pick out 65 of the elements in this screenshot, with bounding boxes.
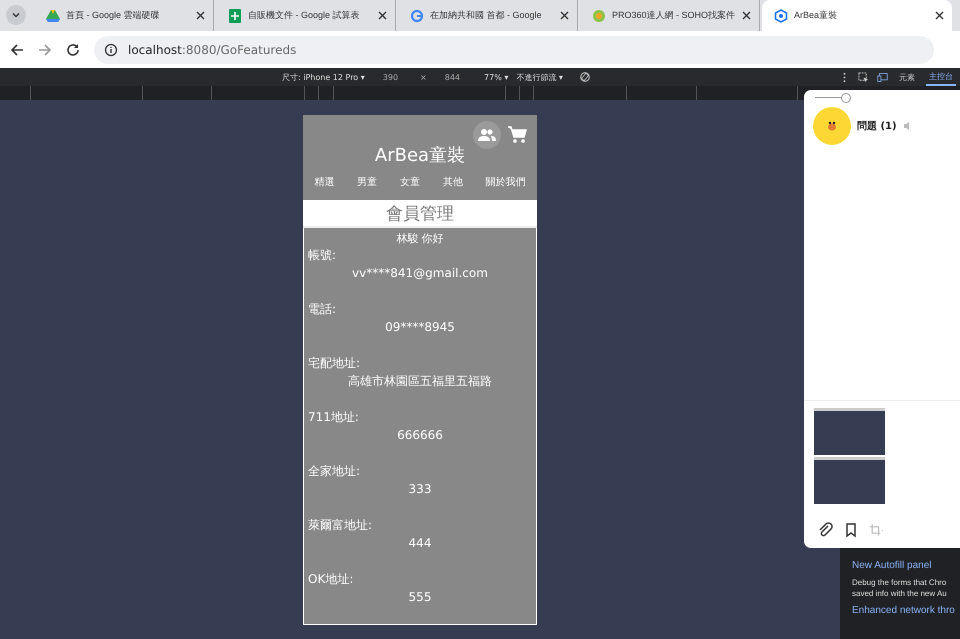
inspect-icon[interactable] — [858, 72, 869, 82]
tab-title: 自販機文件 - Google 試算表 — [248, 9, 361, 22]
field-value: 666666 — [396, 427, 444, 444]
devtools-tab[interactable]: 元素 — [896, 70, 918, 84]
close-icon[interactable] — [560, 11, 569, 20]
site-title[interactable]: ArBea童裝 — [374, 143, 466, 167]
field-label: 宅配地址: — [308, 355, 362, 372]
field-value: vv****841@gmail.com — [351, 265, 489, 282]
page-title: 會員管理 — [303, 200, 537, 228]
address-field[interactable]: localhost:8080/GoFeatureds — [94, 36, 934, 64]
zoom-dropdown[interactable]: 77% ▾ — [484, 72, 508, 82]
screenshot-thumbnail[interactable] — [814, 457, 885, 504]
avatar-circle — [813, 107, 851, 145]
forward-icon[interactable] — [38, 42, 52, 56]
close-icon[interactable] — [378, 11, 387, 20]
close-icon[interactable] — [935, 11, 944, 20]
users-icon[interactable] — [473, 121, 501, 149]
field-value: 444 — [408, 535, 432, 552]
cart-icon[interactable] — [507, 125, 527, 145]
slider-thumb[interactable] — [841, 93, 851, 103]
triangle-icon — [46, 8, 60, 22]
chevron-down-icon — [11, 10, 21, 20]
nav-link[interactable]: 男童 — [357, 175, 378, 189]
device-icon[interactable] — [877, 72, 888, 82]
field-value: 555 — [408, 589, 432, 606]
close-icon[interactable] — [196, 11, 205, 20]
height-field[interactable]: 844 — [444, 72, 460, 82]
field-label: OK地址: — [308, 571, 354, 588]
field-label: 711地址: — [308, 409, 360, 426]
browser-tab[interactable]: ArBea童裝 — [762, 0, 952, 31]
plus-icon — [228, 8, 242, 22]
times-sign: × — [420, 72, 427, 82]
paperclip-icon[interactable] — [817, 522, 833, 538]
whats-new-heading[interactable]: New Autofill panel — [852, 560, 960, 571]
field-label: 萊爾富地址: — [308, 517, 374, 534]
field-label: 帳號: — [308, 247, 338, 264]
device-dropdown[interactable]: 尺寸: iPhone 12 Pro ▾ — [282, 72, 365, 82]
greeting-text: 林駿 你好 — [395, 231, 445, 246]
width-field[interactable]: 390 — [382, 72, 398, 82]
close-icon[interactable] — [742, 11, 751, 20]
tab-title: PRO360達人網 - SOHO找案件 — [612, 9, 736, 22]
field-value: 333 — [408, 481, 432, 498]
back-icon[interactable] — [10, 42, 24, 56]
nav-link[interactable]: 關於我們 — [486, 175, 526, 189]
nav-link[interactable]: 其他 — [442, 175, 463, 189]
whats-new-text: Debug the forms that Chro saved info with the new Au — [852, 577, 948, 599]
field-label: 全家地址: — [308, 463, 362, 480]
field-label: 電話: — [308, 301, 338, 318]
screenshot-thumbnail[interactable] — [814, 408, 885, 455]
chat-title: 問題 (1) — [857, 120, 897, 133]
field-value: 09****8945 — [384, 319, 456, 336]
g-icon — [410, 8, 424, 22]
nav-link[interactable]: 精選 — [314, 175, 334, 189]
hexagon-icon — [774, 8, 788, 22]
tab-title: 在加納共和國 首都 - Google — [430, 9, 543, 22]
whats-new-heading[interactable]: Enhanced network thro — [852, 605, 960, 616]
field-value: 高雄市林園區五福里五福路 — [347, 373, 493, 390]
reload-icon[interactable] — [66, 42, 80, 56]
tab-search-button[interactable] — [6, 5, 26, 25]
nav-link[interactable]: 女童 — [400, 175, 420, 189]
slider[interactable] — [815, 93, 851, 103]
tab-title: 首頁 - Google 雲端硬碟 — [66, 9, 161, 22]
throttle-dropdown[interactable]: 不進行節流 ▾ — [516, 72, 563, 82]
info-icon — [104, 42, 118, 56]
tab-title: ArBea童裝 — [794, 9, 838, 22]
